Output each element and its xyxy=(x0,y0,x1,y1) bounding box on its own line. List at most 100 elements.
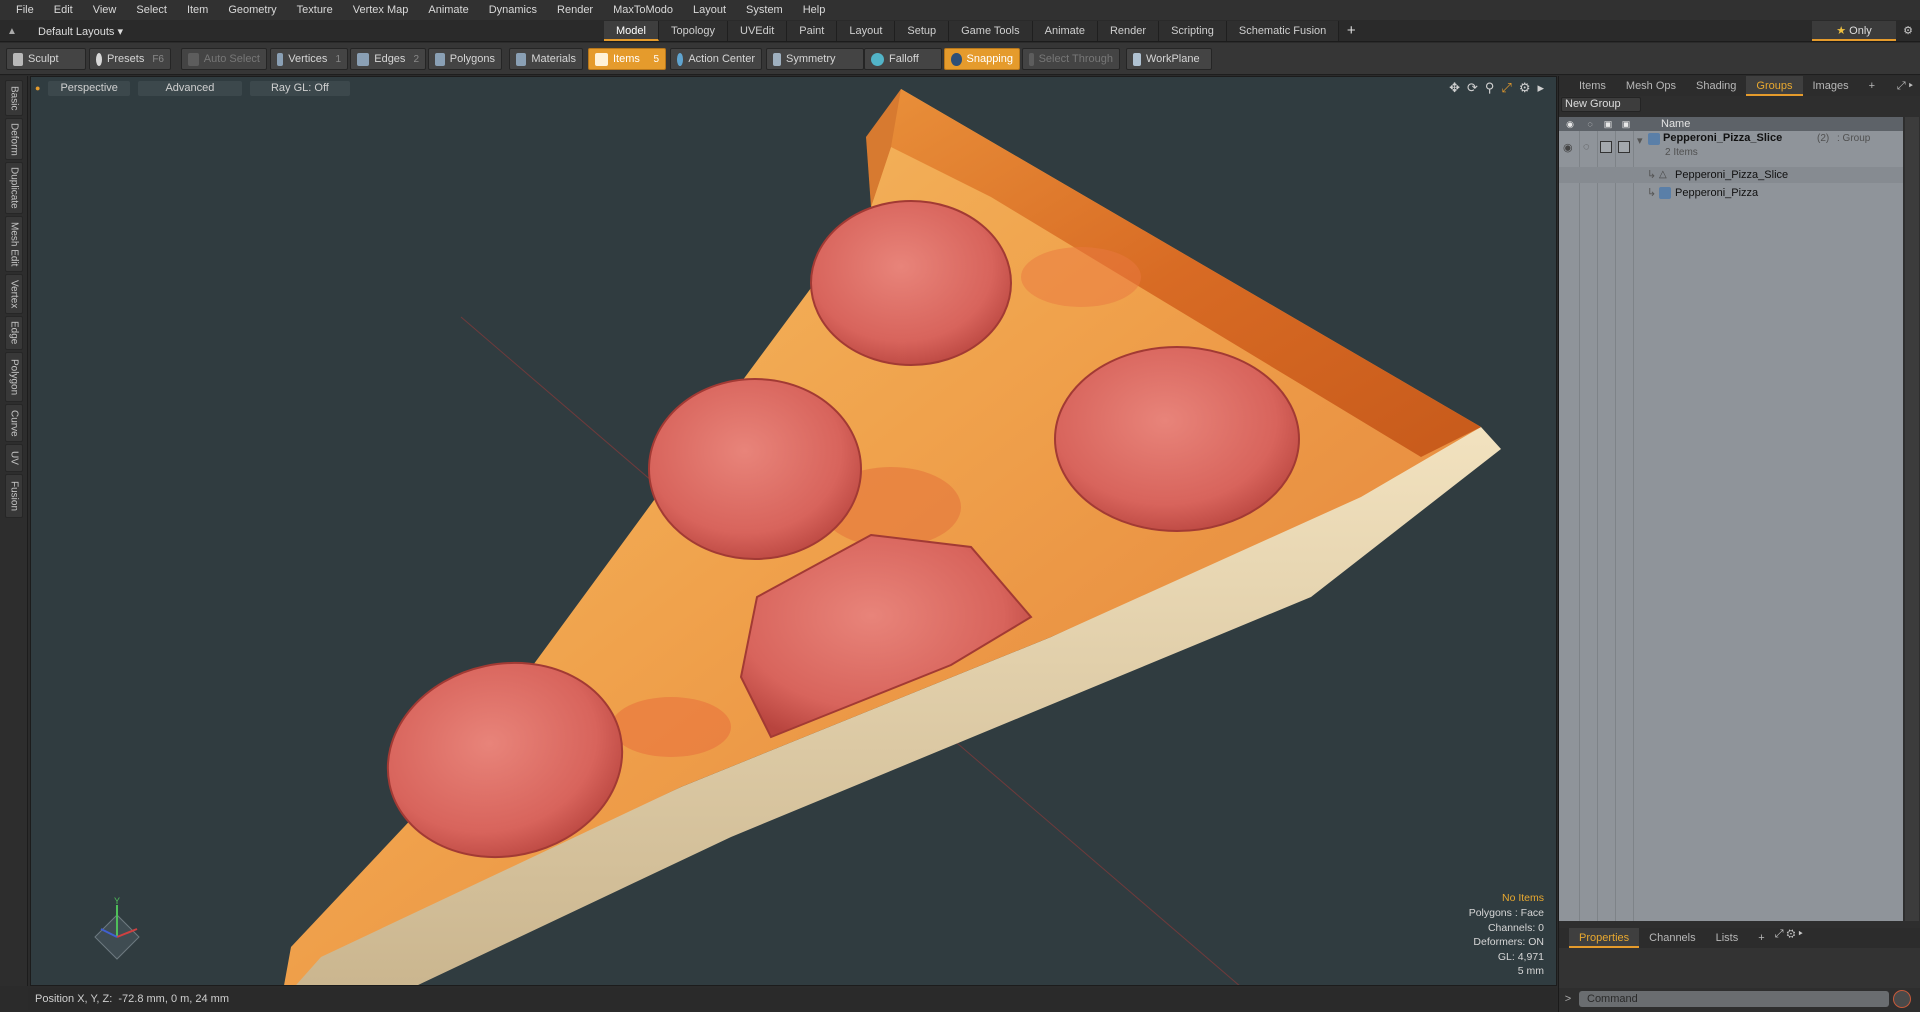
workplane-button[interactable]: WorkPlane xyxy=(1126,48,1212,70)
viewport-menu-arrow-icon[interactable]: ▸ xyxy=(1537,80,1544,96)
menu-help[interactable]: Help xyxy=(793,4,836,16)
auto-select-button[interactable]: Auto Select xyxy=(181,48,267,70)
group-row[interactable]: ◉ ◌ ▾ Pepperoni_Pizza_Slice (2) : Group … xyxy=(1559,131,1903,165)
ray-gl-button[interactable]: Ray GL: Off xyxy=(249,80,350,96)
menu-render[interactable]: Render xyxy=(547,4,603,16)
viewport-nav-icons: ✥ ⟳ ⚲ ⤢ ⚙ ▸ xyxy=(1449,80,1544,96)
left-tab-mesh-edit[interactable]: Mesh Edit xyxy=(5,216,23,272)
tab-properties[interactable]: Properties xyxy=(1569,928,1640,948)
tab-setup[interactable]: Setup xyxy=(895,21,950,41)
select-column-icon[interactable]: ▣ xyxy=(1617,117,1635,131)
menu-texture[interactable]: Texture xyxy=(287,4,343,16)
tab-scripting[interactable]: Scripting xyxy=(1159,21,1227,41)
edges-button[interactable]: Edges 2 xyxy=(350,48,426,70)
sculpt-button[interactable]: Sculpt xyxy=(6,48,86,70)
tab-topology[interactable]: Topology xyxy=(658,21,729,41)
tab-mesh-ops[interactable]: Mesh Ops xyxy=(1616,76,1686,96)
left-tab-edge[interactable]: Edge xyxy=(5,316,23,350)
visibility-eye-icon[interactable]: ◉ xyxy=(1563,141,1575,154)
items-button[interactable]: Items 5 xyxy=(588,48,666,70)
materials-button[interactable]: Materials xyxy=(509,48,583,70)
left-tab-curve[interactable]: Curve xyxy=(5,404,23,442)
command-arrow-icon[interactable]: > xyxy=(1561,993,1575,1005)
tab-paint[interactable]: Paint xyxy=(787,21,838,41)
snapping-button[interactable]: Snapping xyxy=(944,48,1020,70)
menu-edit[interactable]: Edit xyxy=(44,4,83,16)
tab-items[interactable]: Items xyxy=(1569,76,1616,96)
menu-system[interactable]: System xyxy=(736,4,793,16)
maximize-icon[interactable]: ⤢ xyxy=(1501,80,1511,96)
tab-groups[interactable]: Groups xyxy=(1746,76,1803,96)
tree-item-row[interactable]: ↳ Pepperoni_Pizza xyxy=(1559,185,1903,201)
tab-shading[interactable]: Shading xyxy=(1686,76,1746,96)
tab-schematic-fusion[interactable]: Schematic Fusion xyxy=(1226,21,1340,41)
presets-button[interactable]: Presets F6 xyxy=(89,48,171,70)
tab-animate[interactable]: Animate xyxy=(1032,21,1098,41)
new-group-button[interactable]: New Group xyxy=(1561,97,1641,112)
left-tab-duplicate[interactable]: Duplicate xyxy=(5,162,23,214)
collapse-arrow-icon[interactable]: ▾ xyxy=(1637,134,1643,147)
lock-checkbox[interactable] xyxy=(1600,141,1612,153)
panel-expand-icon[interactable]: ⤢ ▸ xyxy=(1897,76,1920,96)
shading-mode-button[interactable]: Advanced xyxy=(137,80,242,96)
menu-view[interactable]: View xyxy=(83,4,127,16)
tree-item-row[interactable]: ↳ △ Pepperoni_Pizza_Slice xyxy=(1559,167,1903,183)
menu-select[interactable]: Select xyxy=(126,4,177,16)
polygons-button[interactable]: Polygons xyxy=(428,48,502,70)
groups-list: ◉ ◌ ▣ ▣ Name ◉ ◌ ▾ Pepperoni_Pizza_Slice… xyxy=(1559,117,1903,921)
tab-render[interactable]: Render xyxy=(1097,21,1160,41)
pan-icon[interactable]: ✥ xyxy=(1449,80,1460,96)
left-tab-polygon[interactable]: Polygon xyxy=(5,352,23,402)
lock-column-icon[interactable]: ▣ xyxy=(1599,117,1617,131)
tab-channels[interactable]: Channels xyxy=(1639,928,1705,948)
left-tab-deform[interactable]: Deform xyxy=(5,118,23,160)
zoom-icon[interactable]: ⚲ xyxy=(1485,80,1495,96)
left-tab-uv[interactable]: UV xyxy=(5,444,23,472)
left-tab-fusion[interactable]: Fusion xyxy=(5,474,23,518)
menu-animate[interactable]: Animate xyxy=(418,4,478,16)
visibility-column-icon[interactable]: ◉ xyxy=(1561,117,1579,131)
tab-lists[interactable]: Lists xyxy=(1706,928,1749,948)
command-input[interactable]: Command xyxy=(1579,991,1889,1007)
name-column-header[interactable]: Name xyxy=(1661,117,1690,131)
menu-vertex-map[interactable]: Vertex Map xyxy=(343,4,419,16)
groups-scrollbar[interactable] xyxy=(1905,117,1919,921)
default-layouts-dropdown[interactable]: Default Layouts ▾ xyxy=(24,25,123,38)
add-panel-tab-button[interactable]: + xyxy=(1859,76,1885,96)
tab-layout[interactable]: Layout xyxy=(837,21,896,41)
only-label: Only xyxy=(1849,25,1872,37)
only-toggle[interactable]: ★ Only xyxy=(1812,21,1896,41)
viewport-settings-icon[interactable]: ⚙ xyxy=(1519,80,1531,96)
menu-maxtomodo[interactable]: MaxToModo xyxy=(603,4,683,16)
tree-item-label: Pepperoni_Pizza xyxy=(1675,187,1759,199)
left-tab-vertex[interactable]: Vertex xyxy=(5,274,23,314)
action-center-button[interactable]: Action Center xyxy=(670,48,762,70)
render-toggle-icon[interactable]: ◌ xyxy=(1583,141,1595,153)
menu-layout[interactable]: Layout xyxy=(683,4,736,16)
tab-uvedit[interactable]: UVEdit xyxy=(728,21,788,41)
render-column-icon[interactable]: ◌ xyxy=(1581,117,1599,131)
menu-file[interactable]: File xyxy=(6,4,44,16)
gear-icon[interactable]: ⚙ xyxy=(1896,21,1920,41)
falloff-button[interactable]: Falloff xyxy=(864,48,942,70)
select-checkbox[interactable] xyxy=(1618,141,1630,153)
tab-model[interactable]: Model xyxy=(604,21,659,41)
left-tab-basic[interactable]: Basic xyxy=(5,80,23,116)
menu-item[interactable]: Item xyxy=(177,4,218,16)
3d-viewport[interactable]: Y ● Perspective Advanced Ray GL: Off ✥ ⟳… xyxy=(30,76,1557,986)
properties-settings-icon[interactable]: ⤢ ⚙ ▸ xyxy=(1775,928,1803,948)
menu-dynamics[interactable]: Dynamics xyxy=(479,4,547,16)
select-through-button[interactable]: Select Through xyxy=(1022,48,1120,70)
workplane-label: WorkPlane xyxy=(1146,53,1200,65)
tab-game-tools[interactable]: Game Tools xyxy=(949,21,1033,41)
symmetry-button[interactable]: Symmetry xyxy=(766,48,864,70)
menu-geometry[interactable]: Geometry xyxy=(218,4,286,16)
home-icon[interactable]: ▲ xyxy=(0,26,24,37)
vertices-button[interactable]: Vertices 1 xyxy=(270,48,348,70)
add-tab-button[interactable]: + xyxy=(1339,21,1363,41)
add-properties-tab-button[interactable]: + xyxy=(1748,928,1774,948)
command-history-icon[interactable] xyxy=(1893,990,1911,1008)
rotate-icon[interactable]: ⟳ xyxy=(1467,80,1478,96)
perspective-button[interactable]: Perspective xyxy=(48,80,130,96)
tab-images[interactable]: Images xyxy=(1803,76,1859,96)
